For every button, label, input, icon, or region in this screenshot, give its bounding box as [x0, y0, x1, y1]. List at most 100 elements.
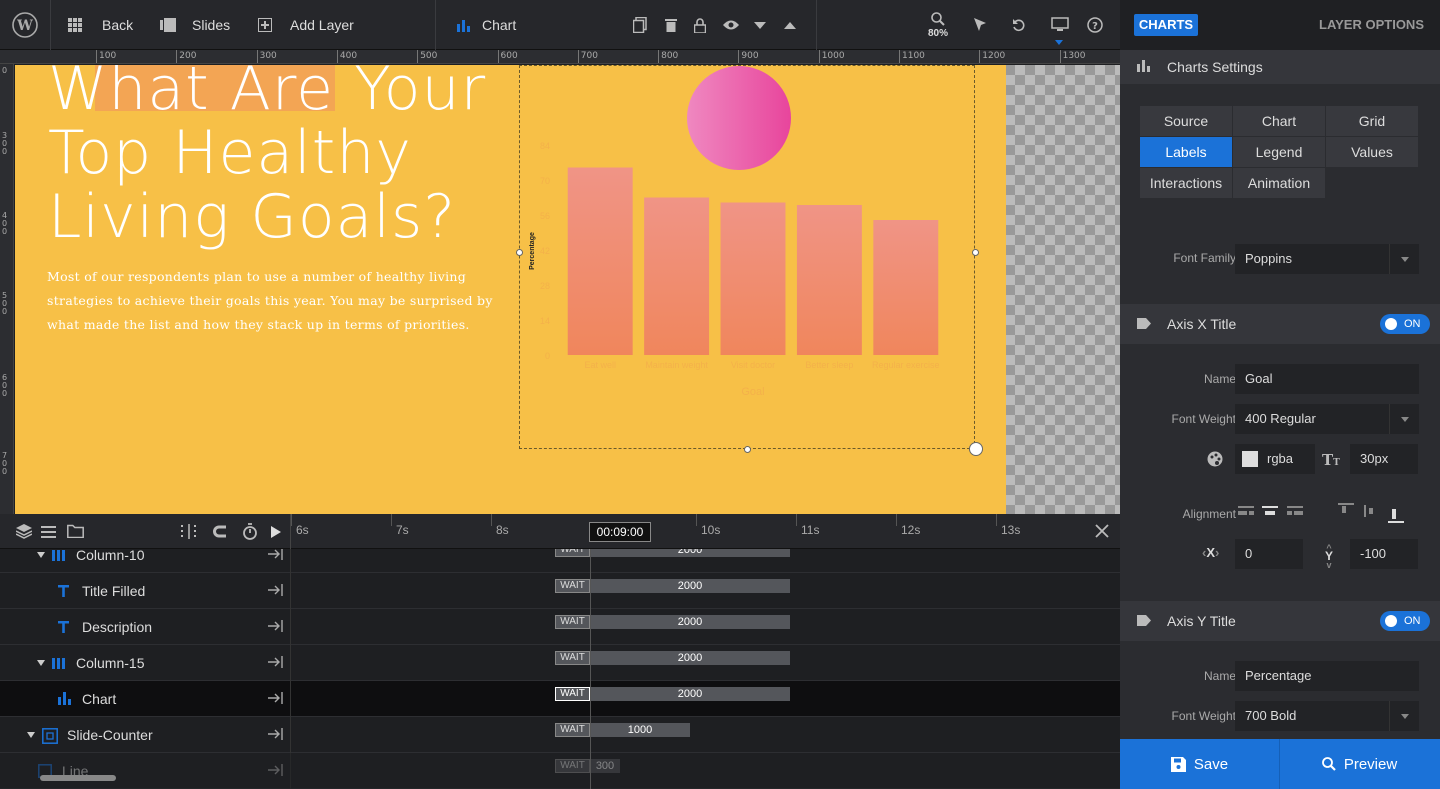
- timeline-ruler[interactable]: 6s 7s 8s 10s 11s 12s 13s: [291, 514, 1101, 549]
- align-right-icon[interactable]: [1287, 506, 1303, 525]
- slide-title[interactable]: What Are Your Top Healthy Living Goals?: [48, 65, 486, 249]
- axis-x-font-size-input[interactable]: 30px: [1350, 444, 1418, 474]
- add-layer-button[interactable]: Add Layer: [258, 0, 354, 50]
- axis-x-color-picker[interactable]: rgba: [1235, 444, 1315, 474]
- move-down-icon[interactable]: [754, 0, 766, 50]
- stopwatch-icon[interactable]: [242, 523, 258, 545]
- cursor-icon[interactable]: [974, 0, 986, 50]
- layer-row[interactable]: Column-15 WAIT 2000: [0, 645, 1120, 681]
- move-up-icon[interactable]: [784, 0, 796, 50]
- tab-interactions[interactable]: Interactions: [1140, 168, 1232, 198]
- pin-end-icon[interactable]: [268, 763, 284, 782]
- slide-description[interactable]: Most of our respondents plan to use a nu…: [47, 265, 497, 337]
- layer-row[interactable]: Description WAIT 2000: [0, 609, 1120, 645]
- axis-y-name-input[interactable]: Percentage: [1235, 661, 1419, 691]
- align-top-icon[interactable]: [1338, 503, 1354, 524]
- tab-legend[interactable]: Legend: [1233, 137, 1325, 167]
- pin-end-icon[interactable]: [268, 619, 284, 638]
- slides-button[interactable]: Slides: [160, 0, 230, 50]
- wordpress-logo-icon[interactable]: W: [12, 0, 38, 50]
- play-icon[interactable]: [271, 525, 281, 543]
- list-icon[interactable]: [41, 525, 56, 543]
- layer-row[interactable]: Slide-Counter WAIT 1000: [0, 717, 1120, 753]
- layers-stack-icon[interactable]: [15, 524, 33, 544]
- layer-row[interactable]: Title Filled WAIT 2000: [0, 573, 1120, 609]
- slide-canvas[interactable]: What Are Your Top Healthy Living Goals? …: [15, 65, 1120, 514]
- expand-chevron-icon[interactable]: [37, 660, 45, 666]
- pin-end-icon[interactable]: [268, 727, 284, 746]
- layer-duration-bar[interactable]: 2000: [590, 687, 790, 701]
- wait-label[interactable]: WAIT: [555, 687, 590, 701]
- magnet-icon[interactable]: [213, 524, 228, 544]
- duplicate-icon[interactable]: [633, 0, 647, 50]
- bar-chart-icon: [457, 20, 470, 32]
- chart-layer[interactable]: 0 14 28 42 56 70 84 Eat well Maintain weight Visi…: [516, 65, 983, 456]
- layer-row[interactable]: Chart WAIT 2000: [0, 681, 1120, 717]
- axis-y-font-weight-select[interactable]: 700 Bold: [1235, 701, 1419, 731]
- layer-duration-bar[interactable]: 2000: [590, 651, 790, 665]
- align-middle-icon[interactable]: [1364, 503, 1380, 524]
- wait-label[interactable]: WAIT: [555, 549, 590, 557]
- wait-label[interactable]: WAIT: [555, 651, 590, 665]
- playhead[interactable]: [590, 549, 591, 789]
- wait-label[interactable]: WAIT: [555, 615, 590, 629]
- tab-values[interactable]: Values: [1326, 137, 1418, 167]
- layer-row[interactable]: Column-10 WAIT 2000: [0, 549, 1120, 573]
- tab-grid[interactable]: Grid: [1326, 106, 1418, 136]
- preview-button[interactable]: Preview: [1280, 739, 1439, 789]
- resize-handle-bottom[interactable]: [744, 446, 751, 453]
- undo-icon[interactable]: [1012, 0, 1026, 50]
- zoom-control[interactable]: 80%: [928, 0, 948, 50]
- axis-x-title-toggle[interactable]: ON: [1380, 314, 1430, 334]
- rotate-handle[interactable]: [969, 442, 983, 456]
- tab-charts[interactable]: CHARTS: [1134, 14, 1198, 36]
- axis-y-title-header[interactable]: Axis Y Title ON: [1120, 601, 1440, 641]
- tick-mark: [696, 514, 697, 526]
- axis-y-title-toggle[interactable]: ON: [1380, 611, 1430, 631]
- axis-x-y-offset-input[interactable]: -100: [1350, 539, 1418, 569]
- align-left-icon[interactable]: [1238, 506, 1254, 525]
- axis-x-offset-input[interactable]: 0: [1235, 539, 1303, 569]
- expand-chevron-icon[interactable]: [37, 552, 45, 558]
- layer-duration-bar[interactable]: 2000: [590, 549, 790, 557]
- expand-chevron-icon[interactable]: [27, 732, 35, 738]
- tab-labels[interactable]: Labels: [1140, 137, 1232, 167]
- help-icon[interactable]: ?: [1087, 0, 1103, 50]
- axis-x-name-input[interactable]: Goal: [1235, 364, 1419, 394]
- back-button[interactable]: Back: [68, 0, 133, 50]
- layer-duration-bar[interactable]: 300: [590, 759, 620, 773]
- time-tick: 8s: [496, 523, 509, 537]
- wait-label[interactable]: WAIT: [555, 759, 590, 773]
- layer-row[interactable]: Line WAIT 300: [0, 753, 1120, 789]
- delete-icon[interactable]: [665, 0, 677, 50]
- visibility-eye-icon[interactable]: [722, 0, 740, 50]
- folder-icon[interactable]: [67, 524, 84, 543]
- font-family-select[interactable]: Poppins: [1235, 244, 1419, 274]
- axis-x-font-weight-select[interactable]: 400 Regular: [1235, 404, 1419, 434]
- align-bottom-icon[interactable]: [1388, 503, 1404, 528]
- layer-duration-bar[interactable]: 1000: [590, 723, 690, 737]
- save-button[interactable]: Save: [1120, 739, 1279, 789]
- wait-label[interactable]: WAIT: [555, 579, 590, 593]
- axis-x-title-header[interactable]: Axis X Title ON: [1120, 304, 1440, 344]
- pin-end-icon[interactable]: [268, 583, 284, 602]
- layer-duration-bar[interactable]: 2000: [590, 579, 790, 593]
- resize-handle-right[interactable]: [972, 249, 979, 256]
- layer-duration-bar[interactable]: 2000: [590, 615, 790, 629]
- wait-label[interactable]: WAIT: [555, 723, 590, 737]
- tab-layer-options[interactable]: LAYER OPTIONS: [1319, 14, 1424, 36]
- current-time[interactable]: 00:09:00: [589, 522, 651, 542]
- pin-end-icon[interactable]: [268, 655, 284, 674]
- pin-end-icon[interactable]: [268, 549, 284, 566]
- pin-end-icon[interactable]: [268, 691, 284, 710]
- tab-source[interactable]: Source: [1140, 106, 1232, 136]
- lock-icon[interactable]: [694, 0, 706, 50]
- current-layer-indicator[interactable]: Chart: [456, 0, 516, 50]
- tab-animation[interactable]: Animation: [1233, 168, 1325, 198]
- charts-settings-header[interactable]: Charts Settings: [1120, 50, 1440, 84]
- snap-icon[interactable]: [181, 524, 197, 544]
- horizontal-scrollbar[interactable]: [40, 775, 116, 781]
- resize-handle-left[interactable]: [516, 249, 523, 256]
- tab-chart[interactable]: Chart: [1233, 106, 1325, 136]
- align-center-icon[interactable]: [1262, 506, 1278, 525]
